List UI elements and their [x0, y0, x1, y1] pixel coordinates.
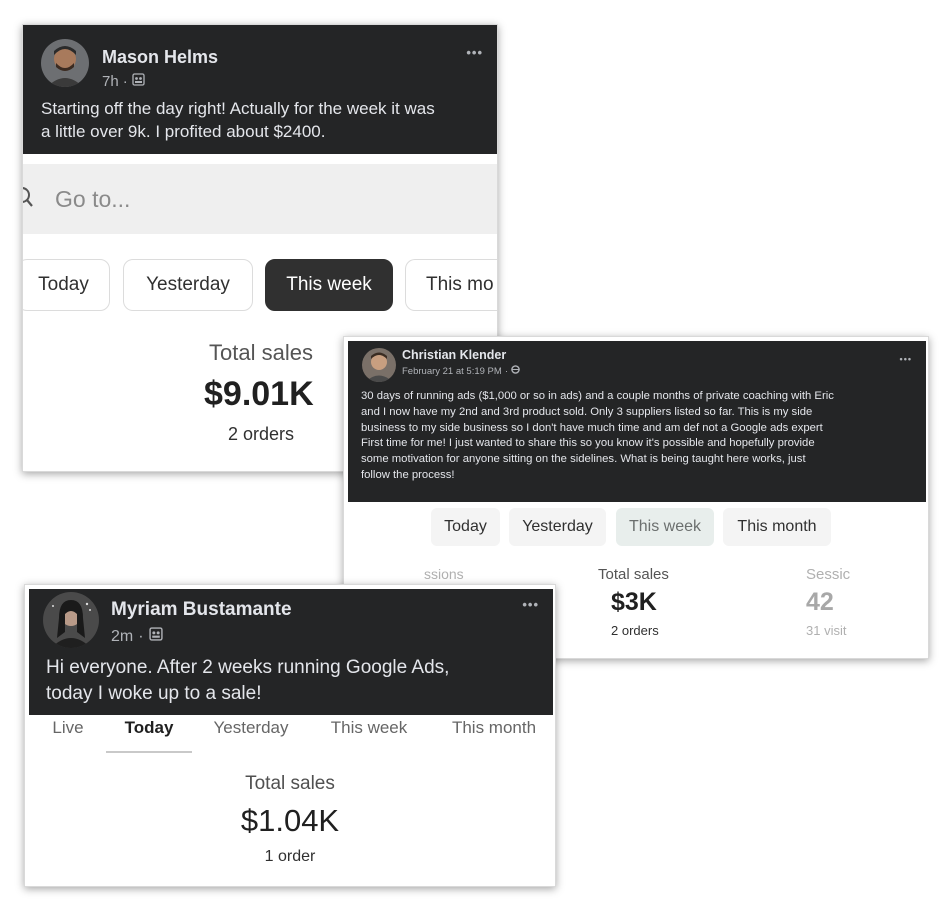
post-time[interactable]: 7h — [102, 73, 119, 90]
meta-separator: · — [138, 627, 144, 645]
tab-label: This month — [737, 518, 817, 535]
sessions-value: 42 — [806, 588, 834, 616]
post-meta: February 21 at 5:19 PM · — [402, 365, 520, 377]
tab-this-month[interactable]: This month — [723, 508, 831, 546]
sessions-visits: 31 visit — [806, 623, 847, 638]
tab-this-week[interactable]: This week — [616, 508, 714, 546]
tab-label: Today — [444, 518, 487, 535]
tab-label: This week — [330, 718, 408, 737]
avatar[interactable] — [41, 39, 89, 87]
post-text-line-2: a little over 9k. I profited about $2400… — [41, 122, 326, 141]
group-icon — [132, 73, 145, 90]
group-icon — [148, 627, 163, 646]
post-meta: 2m · — [111, 627, 163, 646]
tab-this-week[interactable]: This week — [265, 259, 393, 311]
meta-separator: · — [504, 365, 508, 377]
more-options-icon[interactable]: ••• — [522, 597, 539, 612]
tab-yesterday[interactable]: Yesterday — [203, 715, 299, 741]
post-text-line: business to my side business so I don't … — [361, 421, 823, 434]
author-name[interactable]: Mason Helms — [102, 47, 218, 68]
stat-value: $9.01K — [204, 375, 314, 413]
stat-value: $1.04K — [240, 803, 340, 838]
avatar[interactable] — [43, 592, 99, 648]
post-text-line-2: today I woke up to a sale! — [46, 683, 262, 704]
sessions-label-partial: ssions — [424, 566, 464, 582]
tab-today[interactable]: Today — [431, 508, 500, 546]
author-name[interactable]: Christian Klender — [402, 348, 506, 362]
stat-value: $3K — [611, 588, 657, 616]
post-text-line: follow the process! — [361, 468, 455, 481]
post-header: Christian Klender February 21 at 5:19 PM… — [348, 341, 926, 502]
stat-orders: 2 orders — [611, 623, 659, 638]
post-time[interactable]: 2m — [111, 628, 133, 646]
post-header: Mason Helms 7h · ••• Starting off the da… — [23, 25, 497, 154]
tab-today[interactable]: Today — [107, 715, 191, 741]
tab-yesterday[interactable]: Yesterday — [509, 508, 606, 546]
tab-label: Yesterday — [146, 274, 230, 295]
post-time[interactable]: February 21 at 5:19 PM — [402, 366, 502, 377]
search-bar[interactable]: Go to... — [23, 164, 497, 234]
tab-label: Yesterday — [522, 518, 593, 535]
tab-yesterday[interactable]: Yesterday — [123, 259, 253, 311]
stat-label: Total sales — [245, 773, 335, 794]
meta-separator: · — [122, 73, 128, 90]
tab-label: This week — [628, 518, 702, 535]
stat-orders: 1 order — [264, 848, 316, 865]
post-text: 30 days of running ads ($1,000 or so in … — [361, 389, 834, 484]
active-tab-indicator — [106, 751, 192, 753]
tab-label: Today — [124, 718, 174, 737]
tab-this-month[interactable]: This mo — [405, 259, 497, 311]
tab-this-week[interactable]: This week — [321, 715, 417, 741]
tab-this-month[interactable]: This month — [441, 715, 547, 741]
tab-label: Today — [38, 274, 89, 295]
tab-live[interactable]: Live — [47, 715, 89, 741]
tab-label: This mo — [426, 274, 494, 295]
search-input[interactable]: Go to... — [55, 186, 130, 213]
post-text-line-1: Starting off the day right! Actually for… — [41, 99, 435, 118]
more-options-icon[interactable]: ••• — [466, 45, 483, 60]
search-icon — [23, 186, 35, 215]
tab-today[interactable]: Today — [23, 259, 110, 311]
tab-label: This month — [451, 718, 537, 737]
author-name[interactable]: Myriam Bustamante — [111, 599, 292, 621]
globe-icon — [511, 365, 520, 377]
post-text-line-1: Hi everyone. After 2 weeks running Googl… — [46, 657, 450, 678]
post-card-myriam: Myriam Bustamante 2m · ••• Hi everyone. … — [24, 584, 556, 887]
post-text-line: 30 days of running ads ($1,000 or so in … — [361, 390, 834, 402]
stat-label: Total sales — [598, 566, 669, 583]
tab-label: Yesterday — [213, 718, 289, 737]
post-text-line: and I now have my 2nd and 3rd product so… — [361, 405, 813, 418]
post-meta: 7h · — [102, 73, 145, 90]
stat-orders: 2 orders — [228, 424, 295, 444]
tab-label: Live — [52, 718, 84, 737]
avatar[interactable] — [362, 348, 396, 382]
post-text-line: some motivation for anyone sitting on th… — [361, 453, 806, 466]
post-header: Myriam Bustamante 2m · ••• Hi everyone. … — [29, 589, 553, 715]
sessions-label: Sessic — [806, 566, 851, 583]
more-options-icon[interactable]: ••• — [900, 354, 912, 364]
stat-label: Total sales — [209, 340, 313, 365]
post-text-line: First time for me! I just wanted to shar… — [361, 437, 815, 450]
tab-label: This week — [286, 274, 372, 295]
